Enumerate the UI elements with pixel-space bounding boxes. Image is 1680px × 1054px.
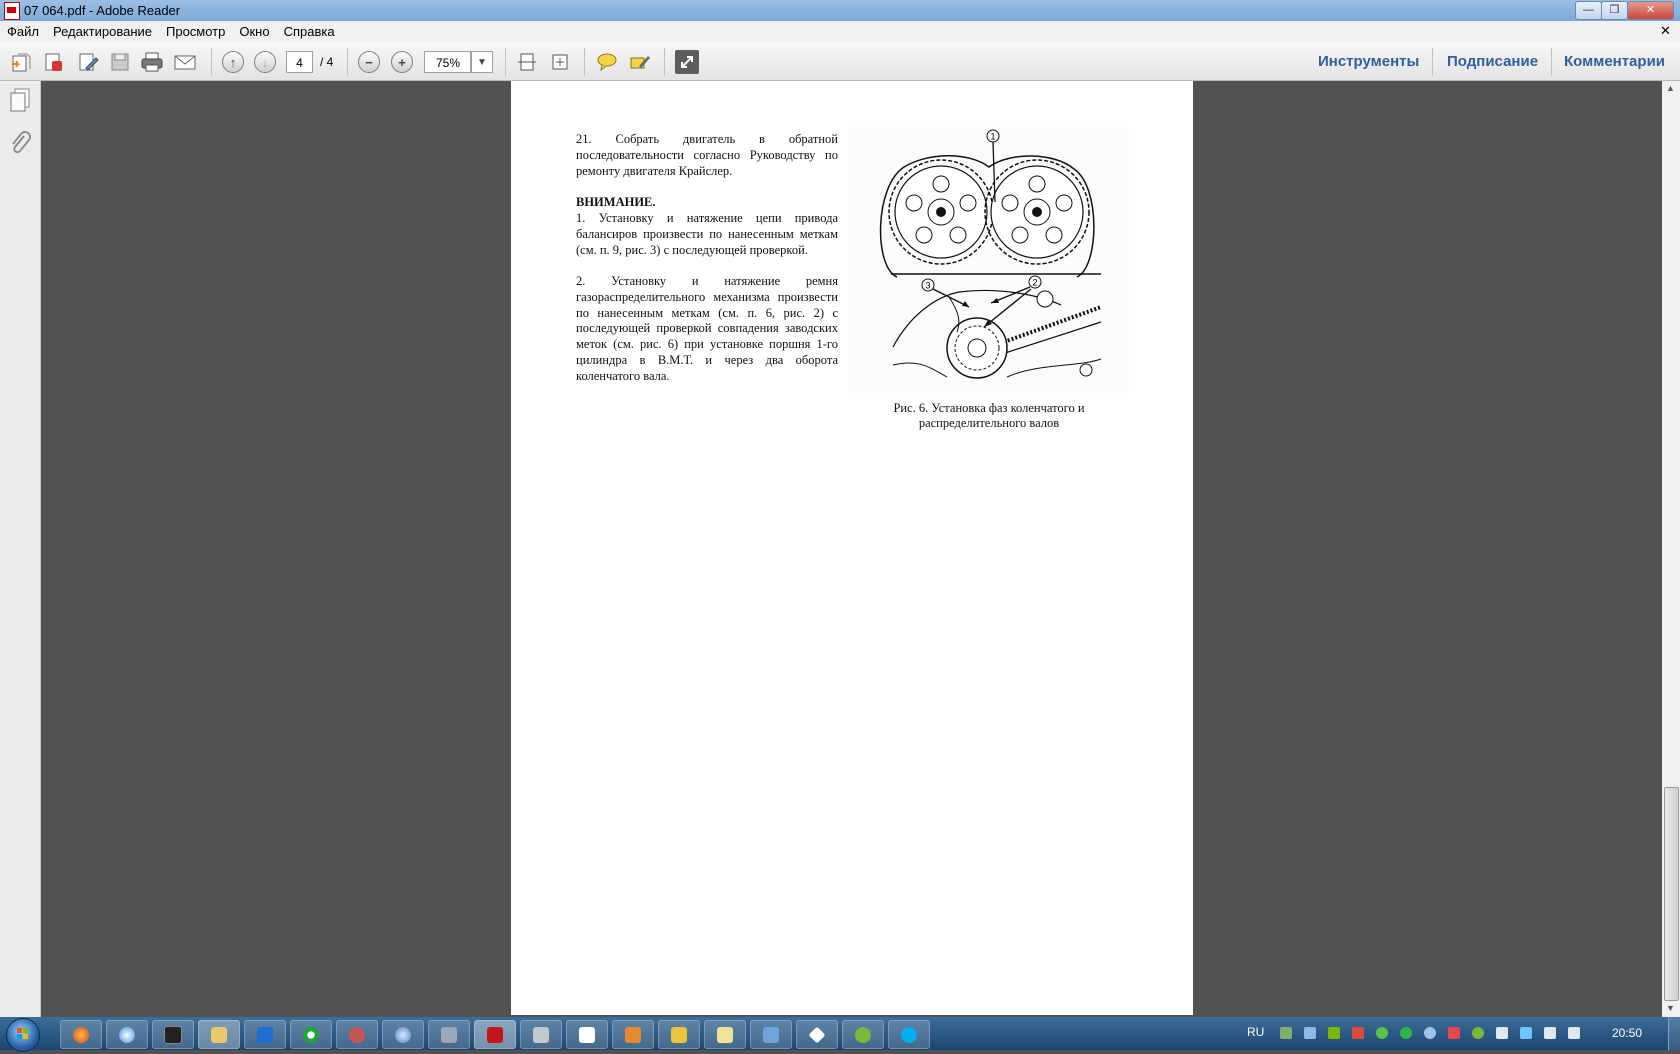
tray-icon[interactable] [1328, 1027, 1340, 1039]
page-down-icon[interactable]: ↓ [253, 50, 277, 74]
taskbar-app-doc[interactable] [566, 1020, 608, 1049]
page-number-input[interactable]: 4 [286, 51, 313, 73]
scroll-up-icon[interactable]: ▲ [1666, 83, 1675, 93]
fit-page-icon[interactable] [515, 50, 539, 74]
figure-caption-line-1: Рис. 6. Установка фаз коленчатого и [893, 401, 1085, 415]
zoom-dropdown-icon[interactable]: ▼ [471, 51, 493, 73]
taskbar-app-grey[interactable] [428, 1020, 470, 1049]
taskbar-app-diamond[interactable] [796, 1020, 838, 1049]
document-page: 21. Собрать двигатель в обратной последо… [511, 81, 1193, 1015]
taskbar-app-notes[interactable] [704, 1020, 746, 1049]
toolbar-separator [505, 48, 506, 76]
tray-icon[interactable] [1424, 1027, 1436, 1039]
taskbar-app-network[interactable] [750, 1020, 792, 1049]
windows-taskbar: RU 20:50 [0, 1017, 1680, 1052]
figure-callout-1: 1 [990, 132, 995, 142]
edit-icon[interactable] [76, 50, 100, 74]
show-desktop-button[interactable] [1668, 1017, 1680, 1050]
taskbar-utorrent[interactable] [842, 1020, 884, 1049]
page-total: / 4 [320, 55, 334, 69]
tray-icon[interactable] [1520, 1027, 1532, 1039]
taskbar-adobe-reader[interactable] [474, 1020, 516, 1049]
zoom-out-icon[interactable]: − [357, 50, 381, 74]
taskbar-firefox[interactable] [60, 1020, 102, 1049]
taskbar-safari[interactable] [106, 1020, 148, 1049]
taskbar-app-yellow[interactable] [658, 1020, 700, 1049]
toolbar-separator [584, 48, 585, 76]
menu-help[interactable]: Справка [277, 21, 342, 42]
tray-icon[interactable] [1448, 1027, 1460, 1039]
comments-link[interactable]: Комментарии [1564, 51, 1665, 73]
window-title: 07 064.pdf - Adobe Reader [24, 3, 181, 18]
paragraph-note-2: 2. Установку и натяжение ремня газораспр… [576, 274, 838, 383]
page-up-icon[interactable]: ↑ [221, 50, 245, 74]
attention-heading: ВНИМАНИЕ. [576, 195, 656, 209]
adobe-reader-icon [4, 1, 20, 20]
menu-view[interactable]: Просмотр [159, 21, 232, 42]
paragraph-step-21: 21. Собрать двигатель в обратной последо… [576, 132, 838, 178]
tray-icon[interactable] [1472, 1027, 1484, 1039]
zoom-in-icon[interactable]: + [390, 50, 414, 74]
toolbar-separator [1432, 48, 1433, 76]
create-pdf-icon[interactable] [41, 50, 65, 74]
fit-width-icon[interactable] [548, 50, 572, 74]
tray-icon[interactable] [1304, 1027, 1316, 1039]
comment-icon[interactable] [595, 50, 619, 74]
taskbar-explorer[interactable] [198, 1020, 240, 1049]
tray-icon[interactable] [1376, 1027, 1388, 1039]
restore-button[interactable]: ❐ [1601, 1, 1628, 20]
paragraph-note-1: 1. Установку и натяжение цепи привода ба… [576, 211, 838, 257]
taskbar-skype[interactable] [888, 1020, 930, 1049]
navigation-panel [0, 81, 41, 1017]
open-icon[interactable] [9, 50, 33, 74]
scrollbar-thumb[interactable] [1664, 787, 1679, 1001]
tray-icon[interactable] [1400, 1027, 1412, 1039]
email-icon[interactable] [173, 50, 197, 74]
title-bar: 07 064.pdf - Adobe Reader — ❐ ✕ [0, 0, 1680, 21]
menu-edit[interactable]: Редактирование [46, 21, 159, 42]
save-icon[interactable] [108, 50, 132, 74]
attachments-icon[interactable] [8, 131, 32, 158]
highlight-icon[interactable] [628, 50, 652, 74]
figure-callout-3: 3 [925, 281, 930, 291]
menu-bar: Файл Редактирование Просмотр Окно Справка ✕ [0, 21, 1680, 43]
toolbar: ↑ ↓ 4 / 4 − + 75% ▼ Инструменты Подписан… [0, 42, 1680, 81]
clock[interactable]: 20:50 [1612, 1026, 1642, 1040]
tray-icon[interactable] [1352, 1027, 1364, 1039]
zoom-level-input[interactable]: 75% [424, 51, 471, 73]
toolbar-separator [664, 48, 665, 76]
minimize-button[interactable]: — [1575, 1, 1602, 20]
start-icon[interactable] [6, 1018, 40, 1052]
scroll-down-icon[interactable]: ▼ [1666, 1003, 1675, 1013]
toolbar-separator [1551, 48, 1552, 76]
vertical-scrollbar[interactable]: ▲ ▼ [1662, 81, 1680, 1017]
figure-caption-line-2: распределительного валов [918, 416, 1060, 430]
menu-file[interactable]: Файл [0, 21, 46, 42]
taskbar-app-archive[interactable] [612, 1020, 654, 1049]
timing-diagram-figure: 1 3 2 [849, 127, 1129, 393]
taskbar-itunes[interactable] [382, 1020, 424, 1049]
action-center-icon[interactable] [1496, 1027, 1508, 1039]
taskbar-app-green[interactable] [290, 1020, 332, 1049]
print-icon[interactable] [140, 50, 164, 74]
language-indicator[interactable]: RU [1247, 1025, 1264, 1039]
tools-link[interactable]: Инструменты [1318, 51, 1419, 73]
network-icon[interactable] [1568, 1027, 1580, 1039]
taskbar-media-player[interactable] [152, 1020, 194, 1049]
volume-icon[interactable] [1544, 1027, 1556, 1039]
taskbar-app-blue[interactable] [244, 1020, 286, 1049]
toolbar-separator [211, 48, 212, 76]
close-button[interactable]: ✕ [1627, 1, 1674, 20]
taskbar-app-settings[interactable] [520, 1020, 562, 1049]
expand-icon[interactable] [675, 50, 699, 74]
toolbar-separator [347, 48, 348, 76]
document-close-icon[interactable]: ✕ [1660, 23, 1671, 39]
figure-callout-2: 2 [1032, 278, 1037, 288]
sign-link[interactable]: Подписание [1447, 51, 1538, 73]
tray-icon[interactable] [1280, 1027, 1292, 1039]
menu-window[interactable]: Окно [232, 21, 276, 42]
pages-panel-icon[interactable] [8, 87, 32, 116]
taskbar-app-red[interactable] [336, 1020, 378, 1049]
